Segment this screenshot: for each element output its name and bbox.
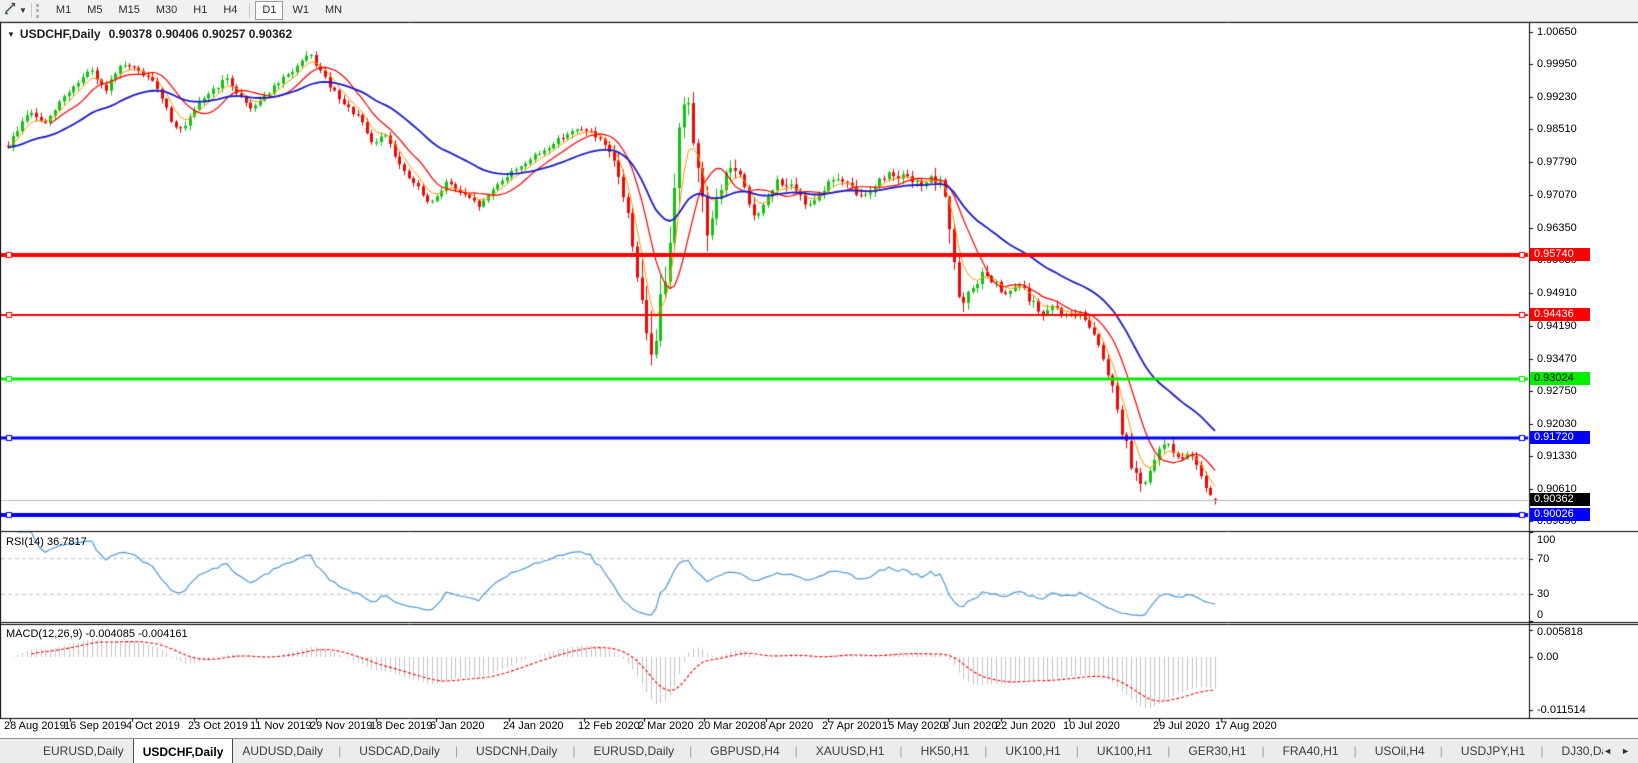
toolbar: ▼ M1M5M15M30H1H4 D1W1MN (0, 0, 1638, 22)
crosshair-tool-icon (3, 1, 17, 20)
timeframe-button-mn[interactable]: MN (318, 1, 349, 20)
timeframe-button-m1[interactable]: M1 (49, 1, 78, 20)
tab-scroll-arrows: ◄ ► (1603, 739, 1638, 763)
chart-tab-uk100-h1[interactable]: UK100,H1 (1088, 739, 1180, 763)
chart-tab-usdjpy-h1[interactable]: USDJPY,H1 (1452, 739, 1553, 763)
chart-tab-usdcad-daily[interactable]: USDCAD,Daily (350, 739, 467, 763)
chart-tab-eurusd-daily[interactable]: EURUSD,Daily (584, 739, 701, 763)
timeframe-button-m30[interactable]: M30 (149, 1, 184, 20)
timeframe-button-d1[interactable]: D1 (255, 1, 283, 20)
chart-tab-uk100-h1[interactable]: UK100,H1 (996, 739, 1088, 763)
chart-tabs: EURUSD,DailyUSDCHF,DailyAUDUSD,DailyUSDC… (34, 739, 1603, 763)
tabs-scroll-left-icon[interactable]: ◄ (1603, 746, 1612, 756)
chart-tab-fra40-h1[interactable]: FRA40,H1 (1274, 739, 1366, 763)
toolbar-separator (31, 3, 32, 18)
timeframe-button-m5[interactable]: M5 (80, 1, 109, 20)
chart-tab-ger30-h1[interactable]: GER30,H1 (1179, 739, 1273, 763)
chart-tab-usdcnh-daily[interactable]: USDCNH,Daily (467, 739, 584, 763)
chart-tab-usoil-h4[interactable]: USOil,H4 (1366, 739, 1452, 763)
chart-tab-gbpusd-h4[interactable]: GBPUSD,H4 (701, 739, 806, 763)
chart-tab-dj30-daily[interactable]: DJ30,Daily (1552, 739, 1603, 763)
timeframe-button-m15[interactable]: M15 (111, 1, 146, 20)
chart-tabbar: EURUSD,DailyUSDCHF,DailyAUDUSD,DailyUSDC… (0, 738, 1638, 763)
toolbar-grip[interactable] (36, 4, 43, 18)
timeframe-button-h1[interactable]: H1 (186, 1, 214, 20)
chart-tab-audusd-daily[interactable]: AUDUSD,Daily (233, 739, 350, 763)
chart-tab-hk50-h1[interactable]: HK50,H1 (912, 739, 997, 763)
tabs-scroll-right-icon[interactable]: ► (1621, 746, 1630, 756)
timeframe-button-w1[interactable]: W1 (285, 1, 316, 20)
timeframe-button-h4[interactable]: H4 (216, 1, 244, 20)
chart-tab-usdchf-daily[interactable]: USDCHF,Daily (133, 739, 234, 763)
dropdown-caret-icon[interactable]: ▼ (19, 6, 27, 15)
trading-terminal-window: ▼ M1M5M15M30H1H4D1W1MN ▼USDCHF,Daily0.90… (0, 0, 1638, 763)
chart-tab-eurusd-daily[interactable]: EURUSD,Daily (34, 739, 133, 763)
toolbar-separator (249, 3, 250, 18)
timeframe-buttons: M1M5M15M30H1H4 D1W1MN (48, 0, 350, 21)
chart-canvas[interactable] (0, 0, 1638, 763)
chart-tab-xauusd-h1[interactable]: XAUUSD,H1 (807, 739, 912, 763)
cursor-tool-button[interactable]: ▼ (0, 1, 29, 20)
